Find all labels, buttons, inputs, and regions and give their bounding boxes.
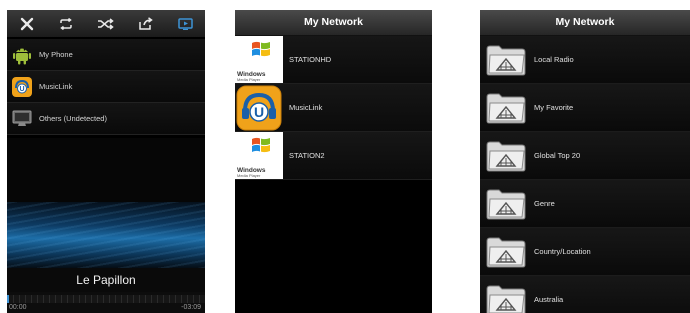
visualizer-artwork (7, 202, 205, 268)
category-item-genre[interactable]: Genre (480, 180, 690, 228)
folder-icon (482, 280, 530, 313)
monitor-icon (11, 108, 33, 130)
svg-text:U: U (254, 104, 264, 120)
repeat-icon[interactable] (47, 10, 87, 37)
server-label: MusicLink (289, 103, 323, 112)
device-list-empty-area (7, 138, 205, 202)
device-label: MusicLink (39, 82, 73, 91)
wmp-logo-subtext: Media Player (237, 173, 261, 178)
page-title: My Network (480, 10, 690, 36)
category-item-my-favorite[interactable]: My Favorite (480, 84, 690, 132)
server-item-stationhd[interactable]: Windows Media Player STATIONHD (235, 36, 432, 84)
category-list: Local Radio My Favorite Global Top 20 Ge… (480, 36, 690, 313)
server-label: STATIONHD (289, 55, 332, 64)
category-label: Australia (534, 295, 564, 304)
category-label: Local Radio (534, 55, 574, 64)
category-label: Global Top 20 (534, 151, 581, 160)
windows-media-player-icon: Windows Media Player (235, 132, 283, 179)
server-item-station2[interactable]: Windows Media Player STATION2 (235, 132, 432, 180)
device-label: Others (Undetected) (39, 114, 107, 123)
android-icon (11, 44, 33, 66)
share-icon[interactable] (126, 10, 166, 37)
windows-media-player-icon: Windows Media Player (235, 36, 283, 83)
wmp-logo: Windows Media Player (235, 132, 283, 179)
progress-slider[interactable] (7, 295, 205, 303)
progress-fill (7, 295, 9, 303)
device-item-musiclink[interactable]: U MusicLink (7, 71, 205, 103)
track-title: Le Papillon (7, 268, 205, 292)
device-item-my-phone[interactable]: My Phone (7, 39, 205, 71)
folder-icon (482, 88, 530, 128)
elapsed-time: 00:00 (9, 304, 27, 311)
musiclink-logo-icon: U (235, 84, 283, 131)
category-label: Country/Location (534, 247, 591, 256)
radio-categories-screen: My Network Local Radio My Favorite Globa… (480, 10, 690, 313)
category-item-local-radio[interactable]: Local Radio (480, 36, 690, 84)
remaining-time: -03:09 (181, 304, 201, 311)
category-item-australia[interactable]: Australia (480, 276, 690, 313)
wmp-logo-subtext: Media Player (237, 77, 261, 82)
category-item-global-top-20[interactable]: Global Top 20 (480, 132, 690, 180)
folder-icon (482, 40, 530, 80)
category-label: My Favorite (534, 103, 574, 112)
category-label: Genre (534, 199, 555, 208)
server-item-musiclink[interactable]: U MusicLink (235, 84, 432, 132)
folder-icon (482, 232, 530, 272)
folder-icon (482, 184, 530, 224)
player-toolbar (7, 10, 205, 37)
device-item-others[interactable]: Others (Undetected) (7, 103, 205, 135)
shuffle-icon[interactable] (86, 10, 126, 37)
screen-icon[interactable] (165, 10, 205, 37)
svg-text:U: U (19, 86, 24, 93)
close-icon[interactable] (7, 10, 47, 37)
player-screen: My Phone U MusicLink Others (Undetected)… (7, 10, 205, 313)
category-item-country-location[interactable]: Country/Location (480, 228, 690, 276)
visualizer-waves (7, 202, 205, 268)
folder-icon (482, 136, 530, 176)
device-list: My Phone U MusicLink Others (Undetected) (7, 39, 205, 135)
server-label: STATION2 (289, 151, 325, 160)
page-title: My Network (235, 10, 432, 36)
network-servers-screen: My Network Windows Media Player STATIONH… (235, 10, 432, 313)
playback-bar: 00:00 -03:09 (7, 292, 205, 313)
device-label: My Phone (39, 50, 73, 59)
musiclink-logo-icon: U (11, 76, 33, 98)
wmp-logo: Windows Media Player (235, 36, 283, 83)
